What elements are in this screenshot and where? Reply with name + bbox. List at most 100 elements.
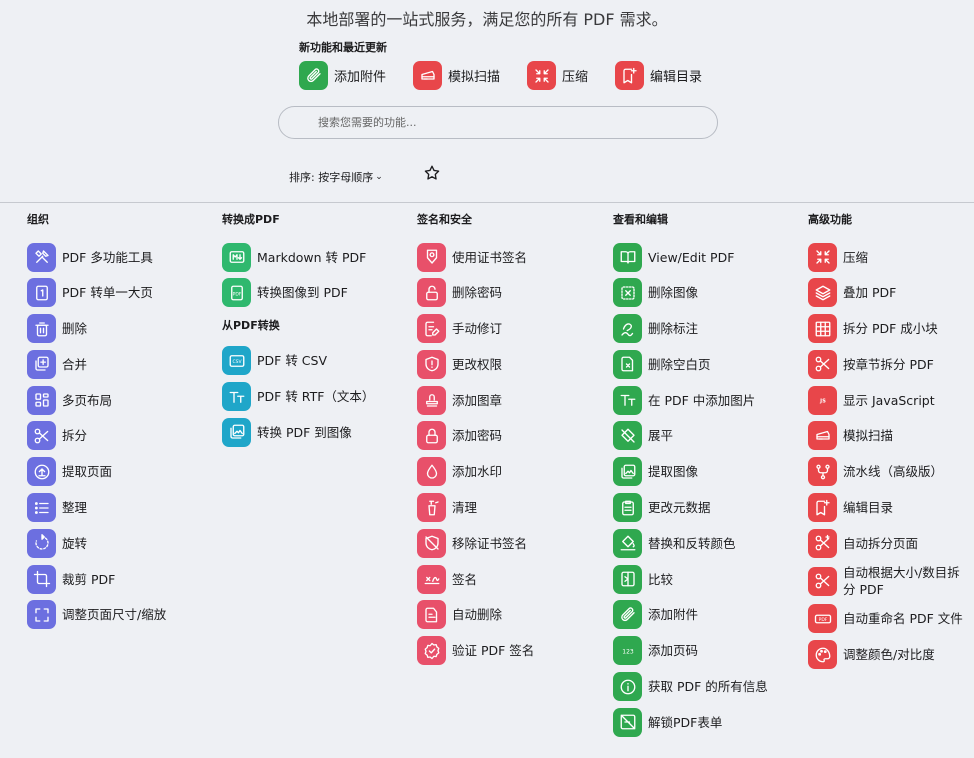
tool-item-paperclip[interactable]: 添加附件 <box>613 600 788 630</box>
page-number-icon: 123 <box>613 636 642 666</box>
svg-text:PDF: PDF <box>232 291 241 297</box>
section-divider <box>0 202 974 203</box>
sort-dropdown[interactable]: 排序: 按字母顺序 ⌄ <box>289 169 383 185</box>
tool-item-label: 自动拆分页面 <box>843 535 919 551</box>
javascript-icon: JS <box>808 385 837 415</box>
tool-item-label: 添加图章 <box>452 392 503 408</box>
tool-item-remove-image[interactable]: 删除图像 <box>613 278 788 308</box>
tool-item-unlock-form[interactable]: 解锁PDF表单 <box>613 707 788 737</box>
tool-item-image[interactable]: 转换 PDF 到图像 <box>222 417 397 447</box>
lock-icon <box>417 421 446 451</box>
tool-item-stamp[interactable]: 添加图章 <box>417 385 592 415</box>
edit-doc-icon <box>417 314 446 344</box>
tool-item-javascript[interactable]: JS 显示 JavaScript <box>808 385 968 415</box>
tool-item-verified[interactable]: 验证 PDF 签名 <box>417 636 592 666</box>
tool-item-pipeline[interactable]: 流水线（高级版） <box>808 457 968 487</box>
tool-item-trash[interactable]: 删除 <box>27 314 202 344</box>
tool-item-sanitize[interactable]: 清理 <box>417 493 592 523</box>
tool-item-label: 压缩 <box>843 249 869 265</box>
tool-item-lock[interactable]: 添加密码 <box>417 421 592 451</box>
tool-item-upload[interactable]: 提取页面 <box>27 457 202 487</box>
tool-item-label: 删除密码 <box>452 285 503 301</box>
list-icon <box>27 493 56 523</box>
tool-item-blank-page[interactable]: 删除空白页 <box>613 349 788 379</box>
new-feature-scanner[interactable]: 模拟扫描 <box>413 61 500 90</box>
tool-item-label: 裁剪 PDF <box>62 571 116 587</box>
search-input[interactable] <box>279 107 717 138</box>
tool-item-scanner[interactable]: 模拟扫描 <box>808 421 968 451</box>
tool-item-label: 手动修订 <box>452 321 503 337</box>
chevron-down-icon: ⌄ <box>375 172 383 182</box>
new-feature-bookmark[interactable]: 编辑目录 <box>615 61 702 90</box>
tool-item-compress[interactable]: 压缩 <box>808 242 968 272</box>
star-icon[interactable] <box>423 164 441 182</box>
tool-item-remove-annotation[interactable]: 删除标注 <box>613 314 788 344</box>
tool-item-label: 解锁PDF表单 <box>648 714 723 730</box>
tool-item-extract-image[interactable]: 提取图像 <box>613 457 788 487</box>
tool-item-signature[interactable]: 签名 <box>417 564 592 594</box>
tool-item-shield-off[interactable]: 移除证书签名 <box>417 528 592 558</box>
markdown-icon <box>222 242 251 272</box>
tool-item-crop[interactable]: 裁剪 PDF <box>27 564 202 594</box>
trash-icon <box>27 314 56 344</box>
tool-item-table-grid[interactable]: 拆分 PDF 成小块 <box>808 314 968 344</box>
new-feature-label: 添加附件 <box>334 70 387 85</box>
tool-item-label: 整理 <box>62 500 88 516</box>
tool-item-palette[interactable]: 调整颜色/对比度 <box>808 640 968 670</box>
tool-item-csv[interactable]: CSV PDF 转 CSV <box>222 346 397 376</box>
tools-icon <box>27 242 56 272</box>
split-size-icon <box>808 566 837 596</box>
tool-item-tools[interactable]: PDF 多功能工具 <box>27 242 202 272</box>
compress-icon <box>527 61 557 90</box>
tool-item-label: 流水线（高级版） <box>843 464 944 480</box>
tool-item-rotate[interactable]: 旋转 <box>27 528 202 558</box>
new-features-row: 添加附件 模拟扫描 压缩 编辑目录 <box>299 61 729 90</box>
tool-item-book[interactable]: View/Edit PDF <box>613 242 788 272</box>
tool-item-scissors[interactable]: 拆分 <box>27 421 202 451</box>
column-edit: 查看和编辑 View/Edit PDF 删除图像 删除标注 删除空白页在 PDF 中添… <box>613 212 788 743</box>
tool-item-list[interactable]: 整理 <box>27 493 202 523</box>
tool-item-certificate[interactable]: 使用证书签名 <box>417 242 592 272</box>
tool-item-edit-doc[interactable]: 手动修订 <box>417 314 592 344</box>
tool-item-fullscreen[interactable]: 调整页面尺寸/缩放 <box>27 600 202 630</box>
tool-item-page-number[interactable]: 123 添加页码 <box>613 636 788 666</box>
tool-item-label: 提取页面 <box>62 464 113 480</box>
image-icon <box>222 417 251 447</box>
tool-item-info[interactable]: 获取 PDF 的所有信息 <box>613 672 788 702</box>
tool-item-label: PDF 转 RTF（文本） <box>257 389 375 405</box>
tool-item-image-to-pdf[interactable]: PDF 转换图像到 PDF <box>222 278 397 308</box>
page-tagline: 本地部署的一站式服务，满足您的所有 PDF 需求。 <box>306 10 668 29</box>
tool-item-paint-bucket[interactable]: 替换和反转颜色 <box>613 528 788 558</box>
tool-item-merge[interactable]: 合并 <box>27 349 202 379</box>
tool-item-flatten[interactable]: 展平 <box>613 421 788 451</box>
verified-icon <box>417 636 446 666</box>
scanner-icon <box>808 421 837 451</box>
tool-item-auto-redact[interactable]: 自动删除 <box>417 600 592 630</box>
text-format-icon <box>222 382 251 412</box>
tool-item-label: 展平 <box>648 428 674 444</box>
tool-item-markdown[interactable]: Markdown 转 PDF <box>222 242 397 272</box>
new-feature-paperclip[interactable]: 添加附件 <box>299 61 386 90</box>
tool-item-layers[interactable]: 叠加 PDF <box>808 278 968 308</box>
tool-item-label: Markdown 转 PDF <box>257 249 367 265</box>
new-feature-compress[interactable]: 压缩 <box>527 61 588 90</box>
tool-item-bookmark[interactable]: 编辑目录 <box>808 493 968 523</box>
tool-item-water-drop[interactable]: 添加水印 <box>417 457 592 487</box>
tool-item-add-text[interactable]: 在 PDF 中添加图片 <box>613 385 788 415</box>
tool-item-clipboard[interactable]: 更改元数据 <box>613 493 788 523</box>
blank-page-icon <box>613 349 642 379</box>
tool-item-unlock[interactable]: 删除密码 <box>417 278 592 308</box>
tool-item-shield[interactable]: 更改权限 <box>417 349 592 379</box>
info-icon <box>613 672 642 702</box>
sanitize-icon <box>417 493 446 523</box>
tool-item-compare[interactable]: 比较 <box>613 564 788 594</box>
tool-item-grid-layout[interactable]: 多页布局 <box>27 385 202 415</box>
tool-item-scissors[interactable]: 按章节拆分 PDF <box>808 349 968 379</box>
new-feature-label: 模拟扫描 <box>448 70 501 85</box>
tool-item-split-size[interactable]: 自动根据大小/数目拆分 PDF <box>808 564 968 598</box>
tool-item-label: 更改权限 <box>452 356 503 372</box>
tool-item-single-page[interactable]: PDF 转单一大页 <box>27 278 202 308</box>
tool-item-text-format[interactable]: PDF 转 RTF（文本） <box>222 382 397 412</box>
tool-item-rename[interactable]: PDF 自动重命名 PDF 文件 <box>808 604 968 634</box>
tool-item-auto-split[interactable]: 自动拆分页面 <box>808 528 968 558</box>
